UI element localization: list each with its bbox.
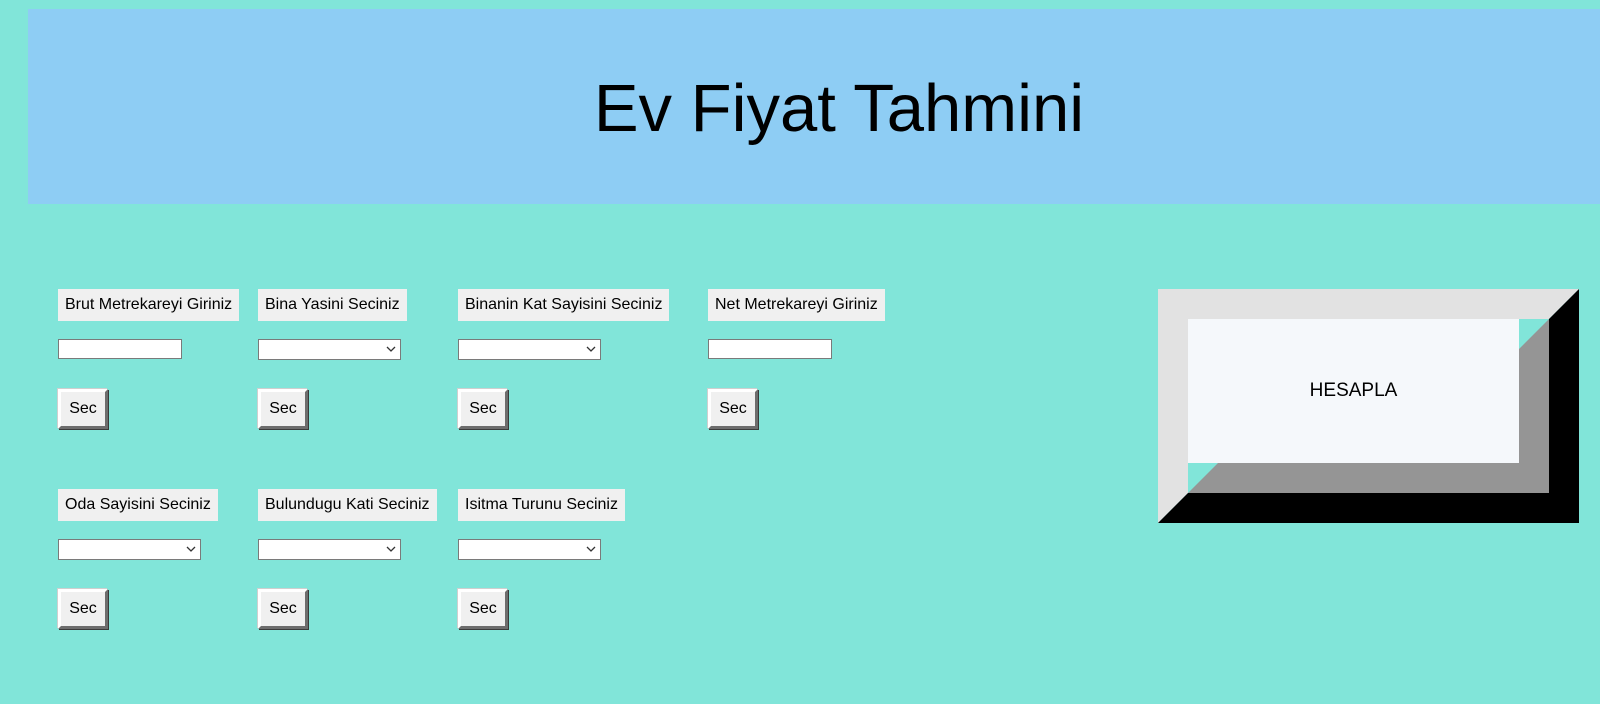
isitma-turu-label: Isitma Turunu Seciniz: [458, 489, 625, 521]
bulundugu-kat-select[interactable]: [258, 539, 401, 560]
kat-sayisi-select[interactable]: [458, 339, 601, 360]
page-title: Ev Fiyat Tahmini: [593, 71, 1085, 146]
chevron-down-icon: [586, 546, 596, 552]
bina-yasi-select[interactable]: [258, 339, 401, 360]
oda-sayisi-label: Oda Sayisini Seciniz: [58, 489, 218, 521]
isitma-turu-sec-button[interactable]: Sec: [458, 589, 508, 629]
brut-metrekare-label: Brut Metrekareyi Giriniz: [58, 289, 240, 321]
header-banner: Ev Fiyat Tahmini: [28, 9, 1600, 204]
brut-metrekare-sec-button[interactable]: Sec: [58, 389, 108, 429]
net-metrekare-input[interactable]: [708, 339, 832, 359]
net-metrekare-label: Net Metrekareyi Giriniz: [708, 289, 885, 321]
chevron-down-icon: [186, 546, 196, 552]
kat-sayisi-label: Binanin Kat Sayisini Seciniz: [458, 289, 670, 321]
oda-sayisi-select[interactable]: [58, 539, 201, 560]
bina-yasi-sec-button[interactable]: Sec: [258, 389, 308, 429]
net-metrekare-sec-button[interactable]: Sec: [708, 389, 758, 429]
bulundugu-kat-label: Bulundugu Kati Seciniz: [258, 489, 437, 521]
isitma-turu-select[interactable]: [458, 539, 601, 560]
chevron-down-icon: [386, 546, 396, 552]
bulundugu-kat-sec-button[interactable]: Sec: [258, 589, 308, 629]
chevron-down-icon: [386, 346, 396, 352]
oda-sayisi-sec-button[interactable]: Sec: [58, 589, 108, 629]
kat-sayisi-sec-button[interactable]: Sec: [458, 389, 508, 429]
bina-yasi-label: Bina Yasini Seciniz: [258, 289, 407, 321]
hesapla-button-label: HESAPLA: [1309, 380, 1398, 401]
hesapla-button[interactable]: HESAPLA: [1158, 289, 1579, 523]
brut-metrekare-input[interactable]: [58, 339, 182, 359]
chevron-down-icon: [586, 346, 596, 352]
